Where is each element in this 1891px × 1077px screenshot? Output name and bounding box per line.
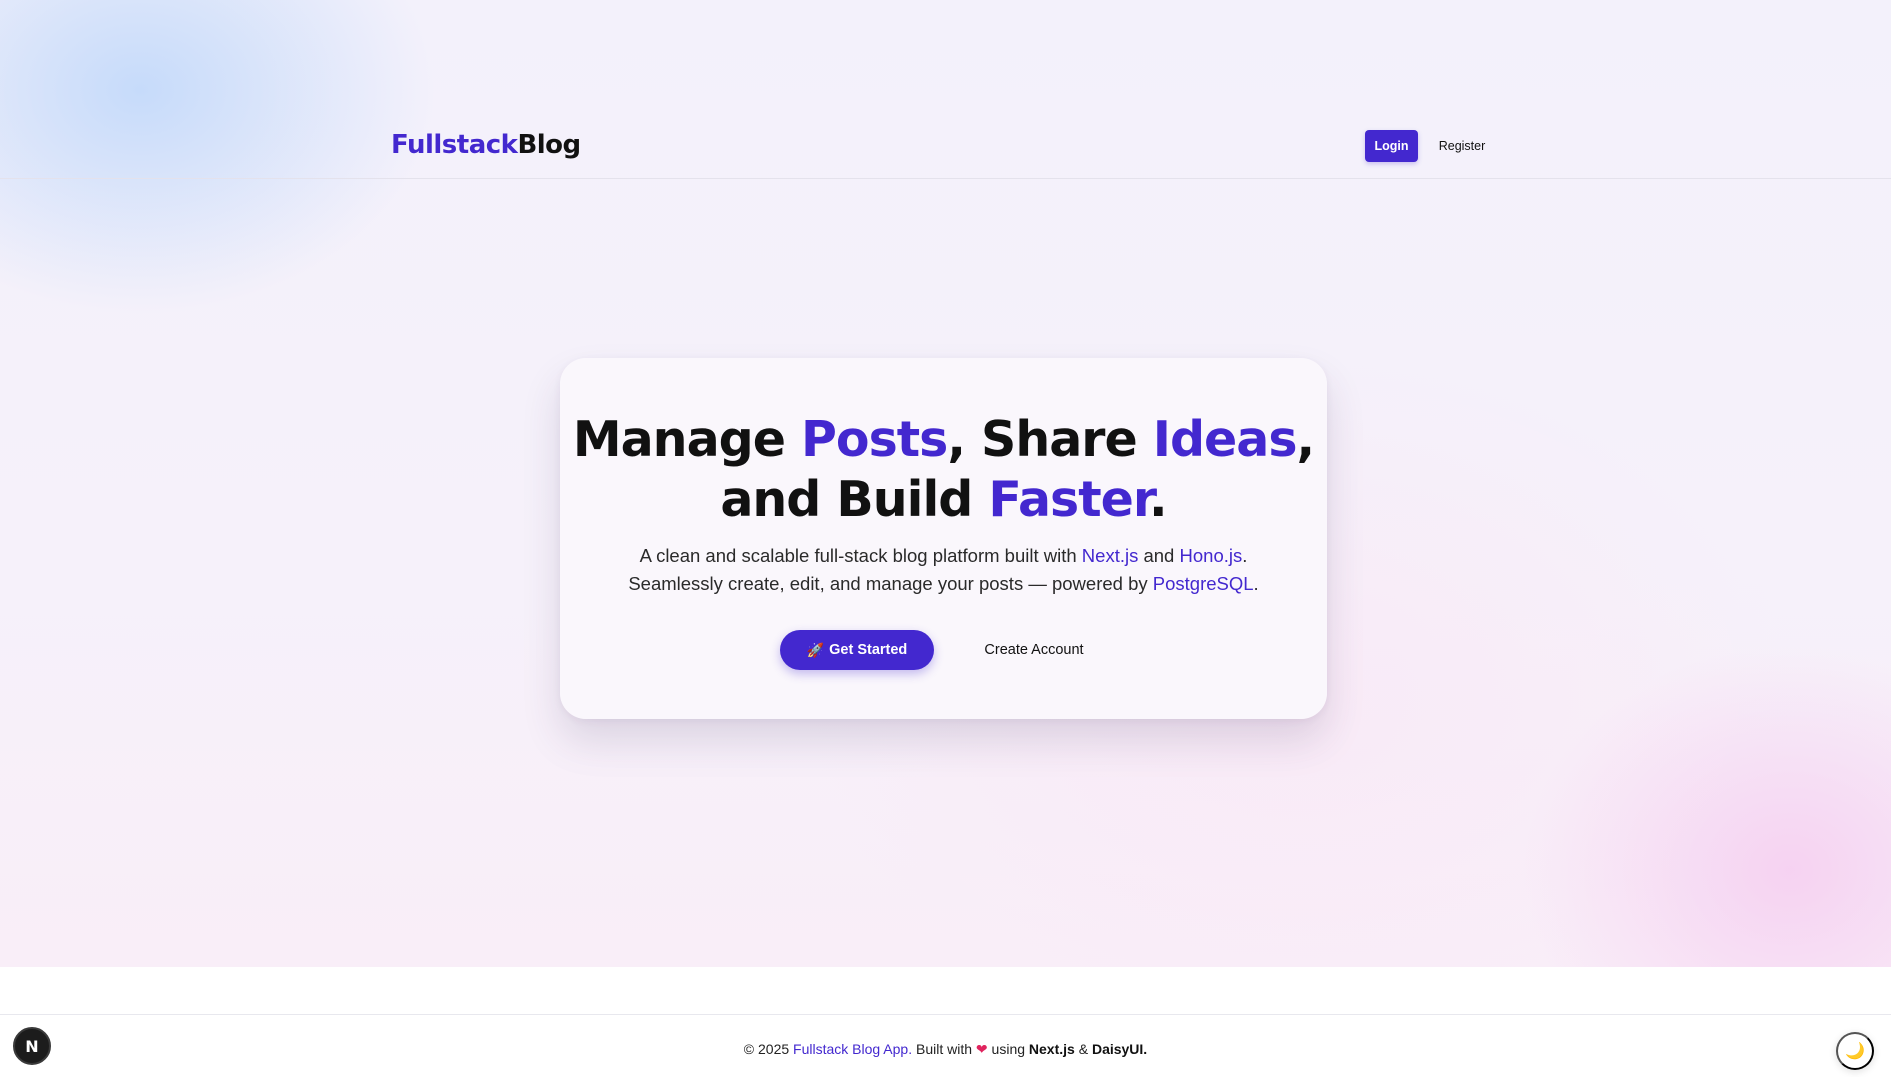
headline-text: , Share xyxy=(947,411,1153,468)
hero-description: A clean and scalable full-stack blog pla… xyxy=(600,542,1287,598)
headline-text: Manage xyxy=(572,411,802,468)
navbar: FullstackBlog Login Register xyxy=(0,0,1891,179)
headline-highlight-faster: Faster xyxy=(988,471,1150,528)
heart-icon: ❤ xyxy=(975,1041,988,1057)
tech-honojs: Hono.js xyxy=(1179,545,1243,566)
nextjs-devtools-icon[interactable]: N xyxy=(13,1027,51,1065)
footer-text-part: Built with xyxy=(912,1041,976,1057)
login-button[interactable]: Login xyxy=(1365,130,1418,162)
description-text: . xyxy=(1253,573,1259,594)
headline-text: and Build xyxy=(720,471,989,528)
footer: © 2025 Fullstack Blog App. Built with ❤ … xyxy=(0,1014,1891,1077)
description-text: A clean and scalable full-stack blog pla… xyxy=(639,545,1082,566)
theme-toggle-moon-icon[interactable]: 🌙 xyxy=(1836,1032,1874,1070)
tech-postgresql: PostgreSQL xyxy=(1152,573,1254,594)
footer-text-part: using xyxy=(987,1041,1029,1057)
footer-text: © 2025 Fullstack Blog App. Built with ❤ … xyxy=(0,1041,1891,1058)
register-button[interactable]: Register xyxy=(1430,130,1494,162)
headline-highlight-posts: Posts xyxy=(801,411,948,468)
rocket-icon: 🚀 xyxy=(806,641,825,658)
headline-highlight-ideas: Ideas xyxy=(1152,411,1298,468)
footer-app-name[interactable]: Fullstack Blog App. xyxy=(793,1041,912,1057)
brand-part-fullstack: Fullstack xyxy=(391,130,518,160)
copyright-text: © 2025 xyxy=(743,1041,794,1057)
footer-daisyui: DaisyUI. xyxy=(1091,1041,1148,1057)
headline-text: , xyxy=(1296,411,1316,468)
get-started-button[interactable]: 🚀 Get Started xyxy=(780,630,934,670)
brand-part-blog: Blog xyxy=(517,130,581,160)
tech-nextjs: Next.js xyxy=(1081,545,1139,566)
footer-text-part: & xyxy=(1074,1041,1092,1057)
description-text: and xyxy=(1138,545,1180,566)
create-account-button[interactable]: Create Account xyxy=(964,630,1104,670)
headline-text: . xyxy=(1149,471,1168,528)
brand-logo[interactable]: FullstackBlog xyxy=(391,130,581,160)
get-started-label: Get Started xyxy=(829,642,908,658)
hero-headline: Manage Posts, Share Ideas, and Build Fas… xyxy=(560,410,1327,530)
footer-nextjs: Next.js xyxy=(1028,1041,1075,1057)
hero-card: Manage Posts, Share Ideas, and Build Fas… xyxy=(560,358,1327,719)
